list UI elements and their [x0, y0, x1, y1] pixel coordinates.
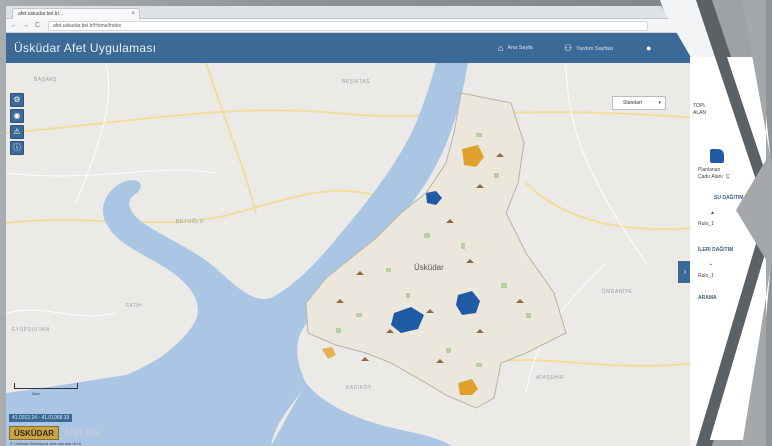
basemap-select-value: Standart — [623, 100, 642, 106]
screenshot-stage: afet.uskudar.bel.tr/... × ← → C afet.usk… — [0, 0, 772, 446]
user-icon: ● — [646, 43, 652, 53]
place-label: BAŞAKŞ — [34, 77, 58, 83]
user-button[interactable]: ● — [646, 43, 651, 53]
chevron-down-icon: ▾ — [658, 100, 661, 106]
place-label: BEYOĞLU — [176, 219, 204, 225]
home-button[interactable]: ⌂ Ana Sayfa — [498, 43, 533, 53]
app-title: Üsküdar Afet Uygulaması — [14, 41, 157, 55]
scale-label: 2km — [32, 391, 40, 396]
reload-icon[interactable]: C — [34, 22, 41, 29]
browser-tab[interactable]: afet.uskudar.bel.tr/... × — [12, 8, 140, 19]
users-icon: ⚇ — [564, 43, 573, 53]
help-button-label: Yardım Sayfası — [576, 45, 614, 52]
browser-window: afet.uskudar.bel.tr/... × ← → C afet.usk… — [6, 6, 696, 446]
logo: ÜSKÜDAR Afet BS — [9, 425, 100, 441]
city-label: Üsküdar — [414, 263, 444, 272]
help-button[interactable]: ⚇ Yardım Sayfası — [564, 43, 613, 54]
gear-icon[interactable]: ⚙ — [10, 93, 24, 107]
app-header: Üsküdar Afet Uygulaması ⌂ Ana Sayfa ⚇ Ya… — [6, 33, 696, 63]
panel-mask-chevron — [696, 0, 772, 446]
place-label: EYÜPSULTAN — [12, 327, 50, 333]
back-icon[interactable]: ← — [10, 22, 17, 29]
coordinate-readout: 41.0312.24 - 41.01068.33 — [9, 414, 73, 422]
map-toolbar: ⚙ ◉ ⚠ ⓘ — [10, 93, 24, 155]
tab-title: afet.uskudar.bel.tr/... — [18, 11, 64, 17]
target-icon[interactable]: ◉ — [10, 109, 24, 123]
place-label: KADIKÖY — [346, 385, 372, 391]
basemap-select[interactable]: Standart ▾ — [612, 96, 666, 110]
footer-note: © Üsküdar Belediyesi afet.uskudar.bel.tr — [10, 441, 82, 446]
close-icon[interactable]: × — [131, 9, 135, 19]
map-view[interactable]: BEŞİKTAŞ BEYOĞLU FATİH KADIKÖY ÜMRANİYE … — [6, 63, 696, 446]
place-label: ÜMRANİYE — [602, 289, 633, 295]
warning-icon[interactable]: ⚠ — [10, 125, 24, 139]
home-button-label: Ana Sayfa — [507, 45, 533, 51]
place-label: FATİH — [126, 303, 143, 309]
tab-bar: afet.uskudar.bel.tr/... × — [6, 6, 696, 19]
logo-text: Afet BS — [63, 427, 101, 439]
home-icon: ⌂ — [498, 43, 504, 53]
forward-icon[interactable]: → — [22, 22, 29, 29]
place-label: BEŞİKTAŞ — [342, 79, 371, 85]
place-label: ATAŞEHİR — [536, 375, 565, 381]
scale-bar — [14, 383, 78, 389]
logo-mark: ÜSKÜDAR — [9, 426, 59, 440]
url-input[interactable]: afet.uskudar.bel.tr/Home/Index — [48, 21, 648, 31]
address-bar: ← → C afet.uskudar.bel.tr/Home/Index — [6, 19, 696, 33]
info-icon[interactable]: ⓘ — [10, 141, 24, 155]
